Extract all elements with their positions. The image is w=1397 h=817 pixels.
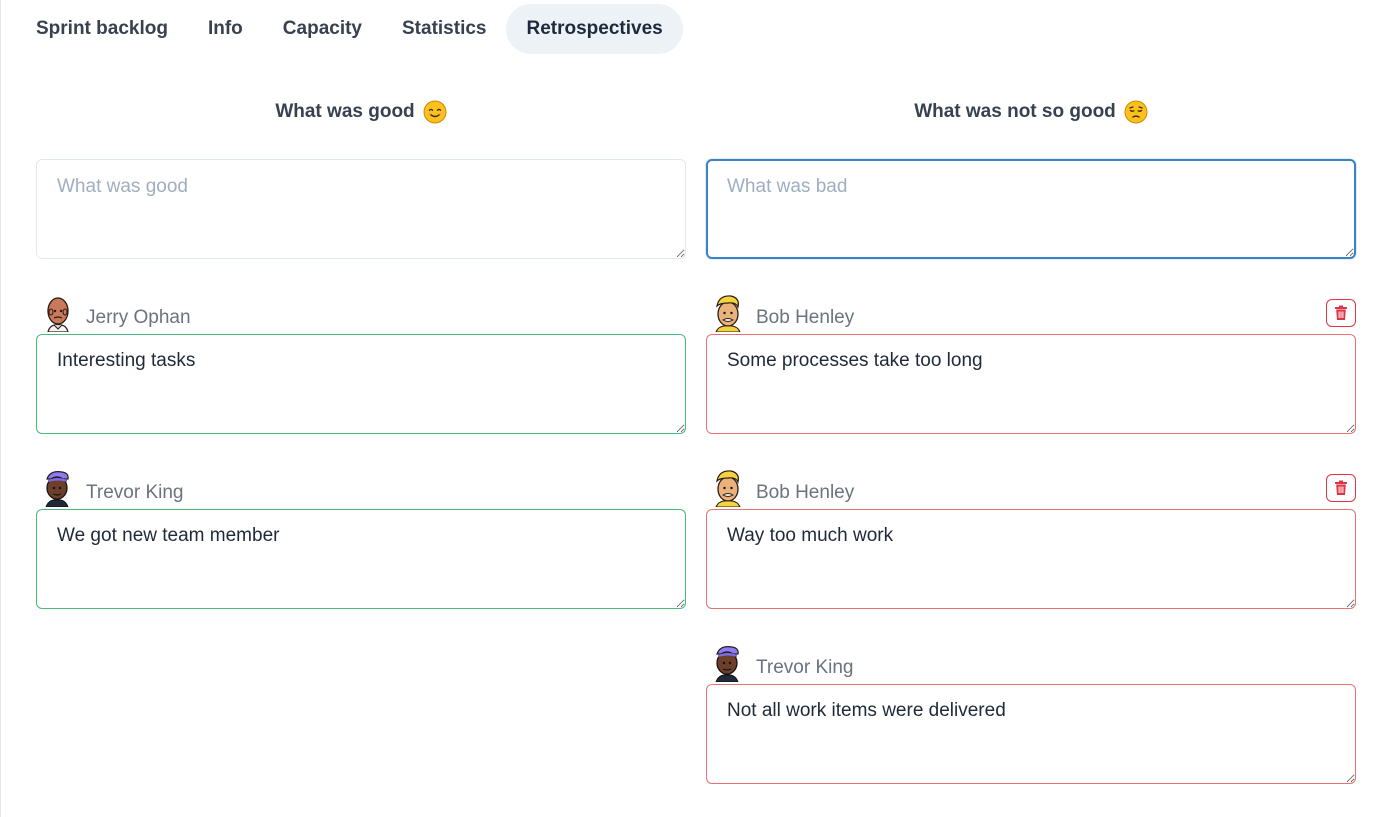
left-divider	[0, 0, 1, 817]
good-entry: Jerry Ophan Interesting tasks	[36, 293, 686, 435]
tab-retrospectives[interactable]: Retrospectives	[506, 4, 683, 54]
good-new-entry-input[interactable]	[36, 159, 686, 259]
entry-text[interactable]: Some processes take too long	[706, 334, 1356, 434]
good-title-text: What was good	[275, 101, 415, 122]
good-column-title: What was good	[36, 100, 686, 124]
delete-entry-button[interactable]	[1326, 474, 1356, 502]
entry-author: Jerry Ophan	[86, 307, 191, 328]
avatar-jerry	[47, 297, 69, 332]
entry-author: Bob Henley	[756, 307, 855, 328]
entry-text[interactable]: Way too much work	[706, 509, 1356, 609]
entry-text[interactable]: We got new team member	[36, 509, 686, 609]
tab-info[interactable]: Info	[188, 4, 263, 54]
tab-bar: Sprint backlog Info Capacity Statistics …	[16, 4, 683, 54]
avatar-trevor	[715, 646, 739, 682]
tab-statistics[interactable]: Statistics	[382, 4, 506, 54]
delete-entry-button[interactable]	[1326, 299, 1356, 327]
avatar-bob	[715, 295, 741, 332]
trash-icon	[1335, 480, 1347, 495]
tab-capacity[interactable]: Capacity	[263, 4, 382, 54]
bad-column-title: What was not so good	[706, 100, 1356, 124]
entry-author: Trevor King	[756, 657, 854, 678]
entry-header: Bob Henley	[706, 293, 1356, 333]
entry-text[interactable]: Not all work items were delivered	[706, 684, 1356, 784]
trash-icon	[1335, 305, 1347, 320]
tab-sprint-backlog[interactable]: Sprint backlog	[16, 4, 188, 54]
avatar-bob	[715, 470, 741, 507]
bad-title-text: What was not so good	[914, 101, 1116, 122]
entry-header: Trevor King	[706, 643, 1356, 683]
bad-entry: Bob Henley Some processes take too long	[706, 293, 1356, 435]
bad-entry: Bob Henley Way too much work	[706, 468, 1356, 610]
entry-header: Trevor King	[36, 468, 686, 508]
entry-author: Bob Henley	[756, 482, 855, 503]
entry-author: Trevor King	[86, 482, 184, 503]
avatar-trevor	[45, 471, 69, 507]
bad-entry: Trevor King Not all work items were deli…	[706, 643, 1356, 785]
good-entry: Trevor King We got new team member	[36, 468, 686, 610]
smiling-face-icon	[423, 100, 447, 124]
entry-header: Bob Henley	[706, 468, 1356, 508]
bad-new-entry-input[interactable]	[706, 159, 1356, 259]
entry-text[interactable]: Interesting tasks	[36, 334, 686, 434]
pensive-face-icon	[1124, 100, 1148, 124]
entry-header: Jerry Ophan	[36, 293, 686, 333]
